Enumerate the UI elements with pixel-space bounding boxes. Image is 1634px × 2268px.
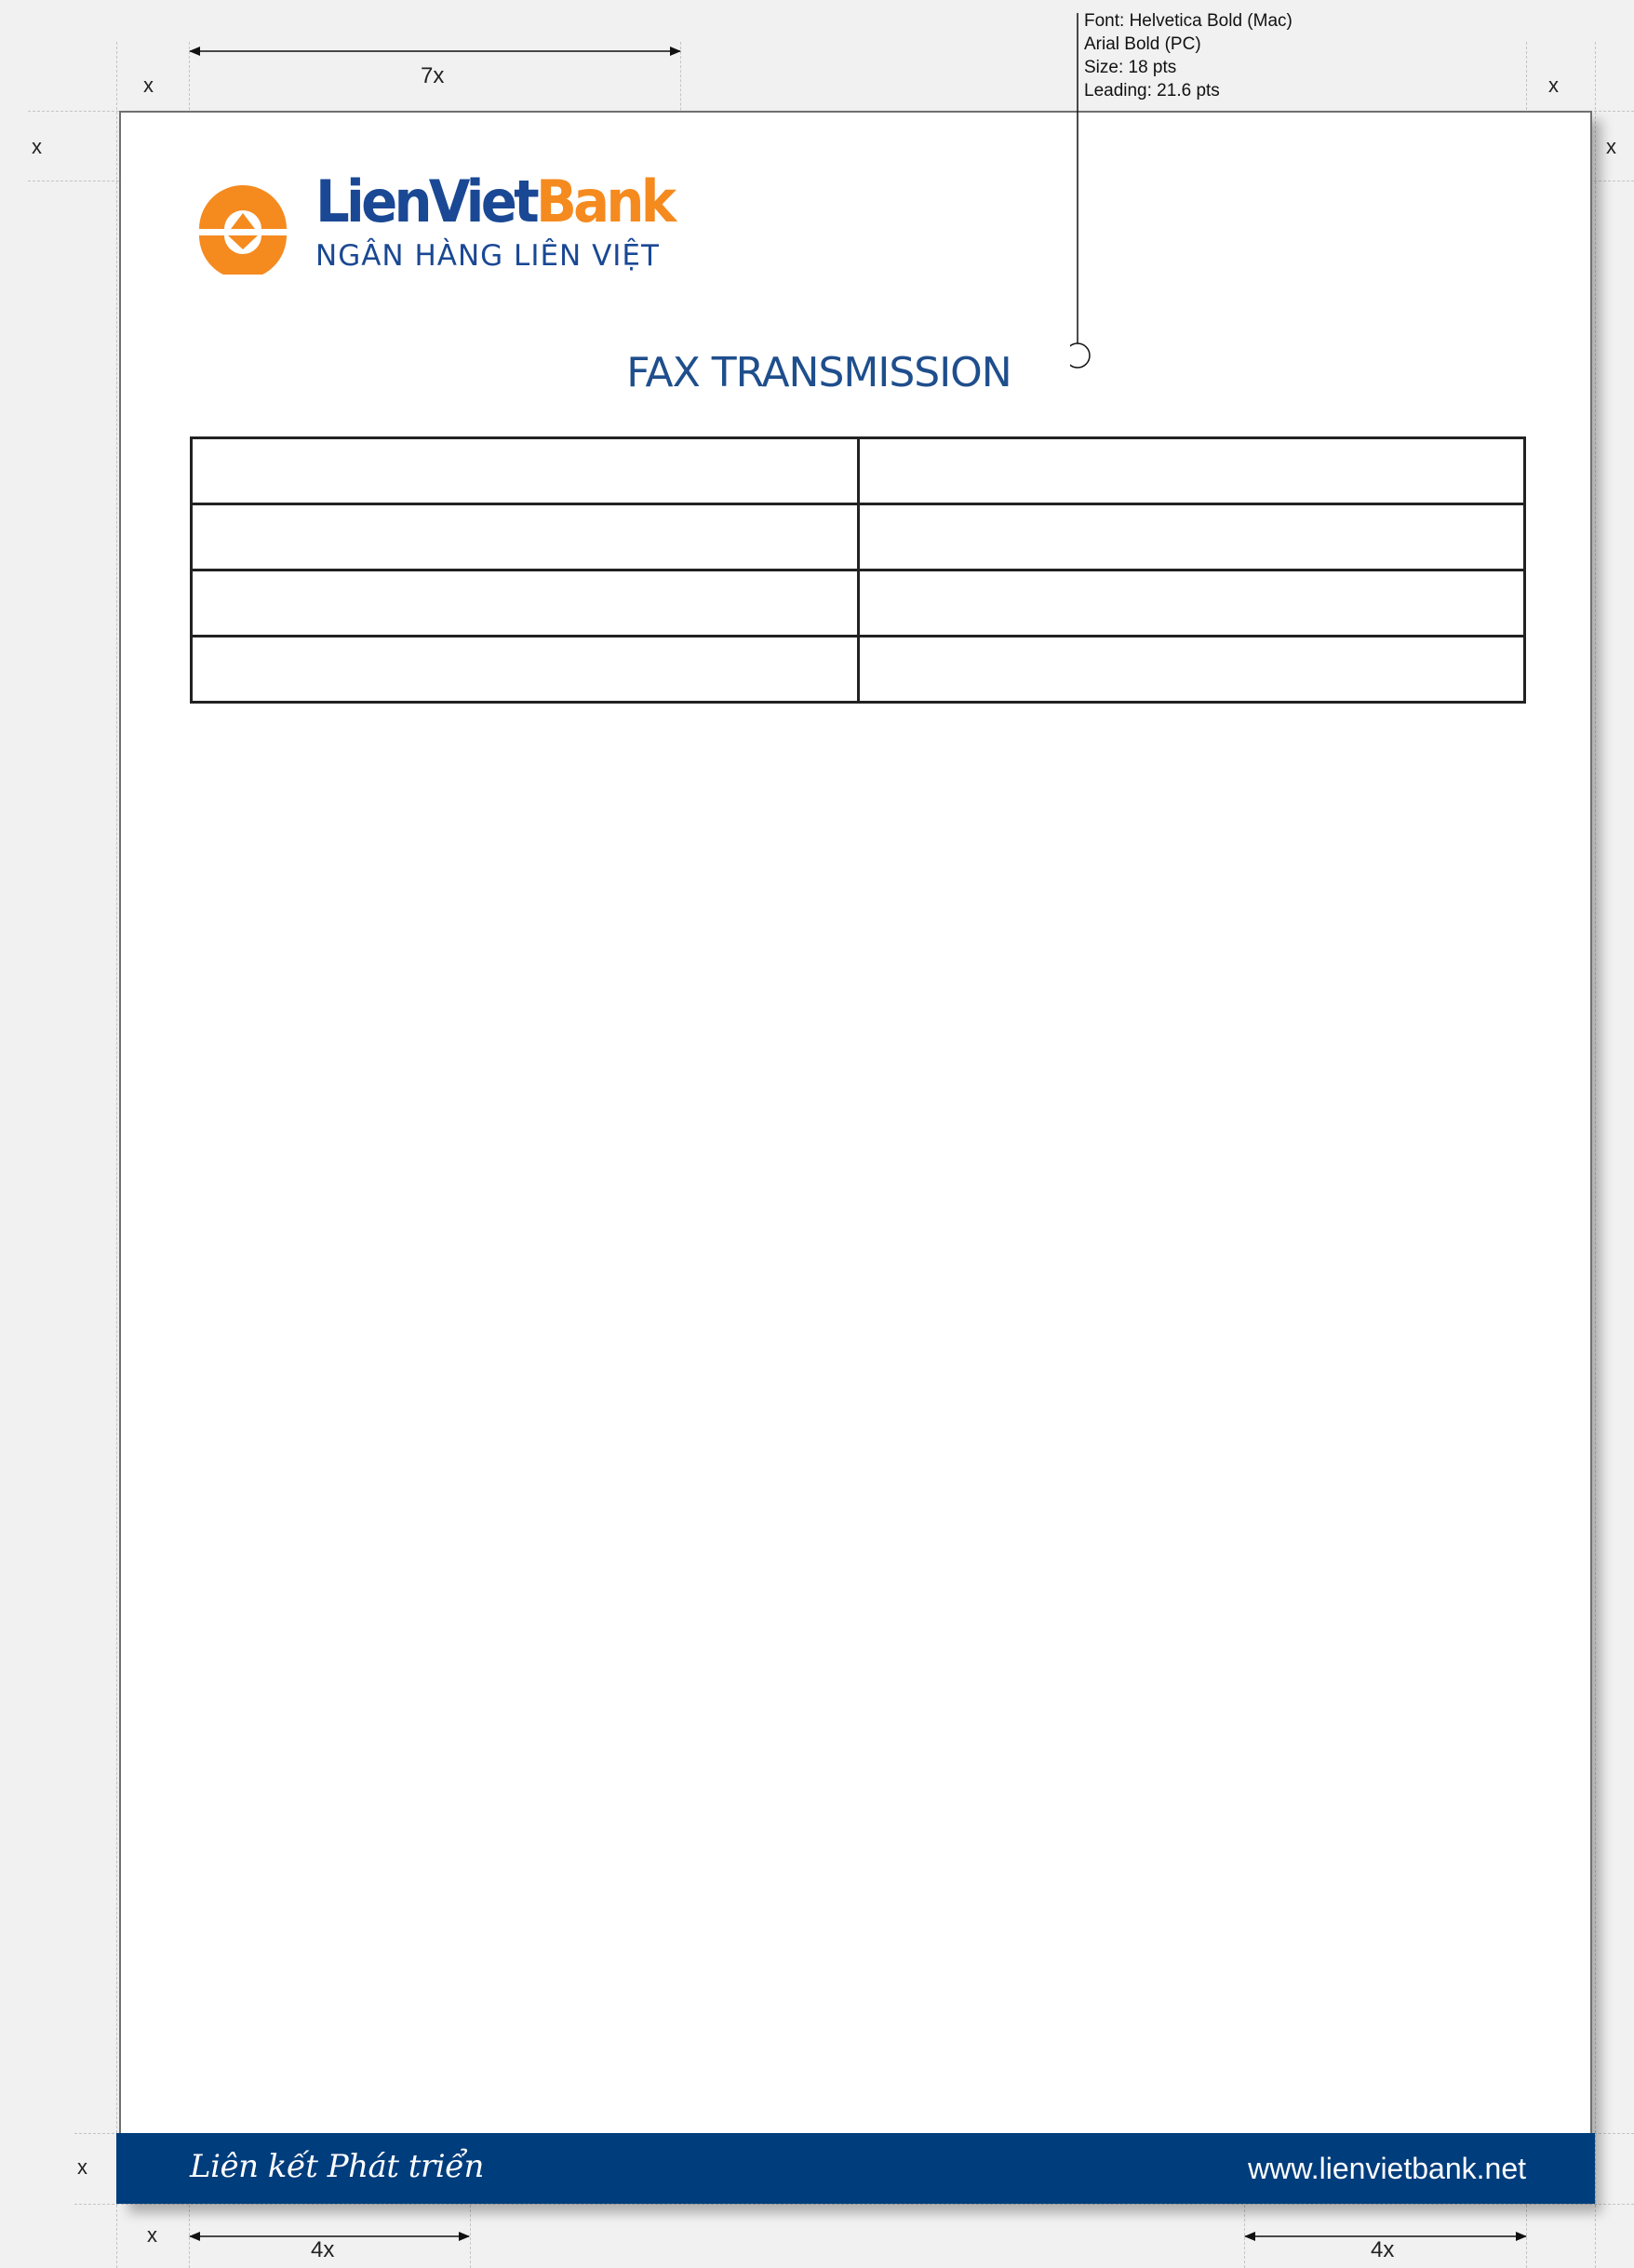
footer-url: www.lienvietbank.net	[1248, 2152, 1526, 2185]
x-marker-top-right: x	[1548, 74, 1559, 97]
table-cell	[856, 503, 1526, 571]
fax-page	[119, 111, 1592, 2204]
table-row	[190, 503, 1526, 571]
lienvietbank-logo-emblem-icon	[199, 185, 287, 275]
x-marker-left-footer: x	[77, 2155, 87, 2179]
table-row	[190, 635, 1526, 704]
table-cell	[190, 436, 860, 505]
logo-wordmark: LienVietBank	[315, 173, 676, 231]
dimension-label-footer-left: 4x	[311, 2237, 335, 2262]
logo-name-part2: Bank	[535, 168, 676, 235]
logo-name-part1: LienViet	[315, 168, 540, 235]
dimension-arrow-logo-width	[189, 47, 681, 56]
spec-line-font-pc: Arial Bold (PC)	[1084, 34, 1201, 54]
table-row	[190, 436, 1526, 505]
table-cell	[856, 436, 1526, 505]
logo-subtitle: NGÂN HÀNG LIÊN VIỆT	[315, 239, 660, 273]
x-marker-left-top: x	[32, 135, 42, 158]
footer-band: Liên kết Phát triển www.lienvietbank.net	[116, 2133, 1595, 2204]
x-marker-right-top: x	[1606, 135, 1616, 158]
footer-slogan: Liên kết Phát triển	[190, 2148, 484, 2185]
font-spec-callout: Font: Helvetica Bold (Mac) Arial Bold (P…	[1084, 9, 1292, 102]
dimension-label-logo-width: 7x	[421, 63, 445, 88]
x-marker-bottom-left: x	[147, 2223, 157, 2247]
table-cell	[856, 569, 1526, 637]
guide-vertical-right-outer	[1595, 42, 1596, 2268]
table-row	[190, 569, 1526, 637]
spec-line-leading: Leading: 21.6 pts	[1084, 81, 1220, 101]
guide-horizontal-footer-bottom	[74, 2204, 1634, 2205]
dimension-label-footer-right: 4x	[1371, 2237, 1395, 2262]
fax-info-table	[190, 436, 1526, 704]
table-cell	[190, 569, 860, 637]
x-marker-top-left: x	[143, 74, 154, 97]
spec-line-font: Font: Helvetica Bold (Mac)	[1084, 11, 1292, 31]
page-title: FAX TRANSMISSION	[626, 349, 1011, 396]
table-cell	[856, 635, 1526, 704]
spec-line-size: Size: 18 pts	[1084, 58, 1177, 77]
table-cell	[190, 503, 860, 571]
guide-vertical-left-outer	[116, 42, 117, 2268]
table-cell	[190, 635, 860, 704]
